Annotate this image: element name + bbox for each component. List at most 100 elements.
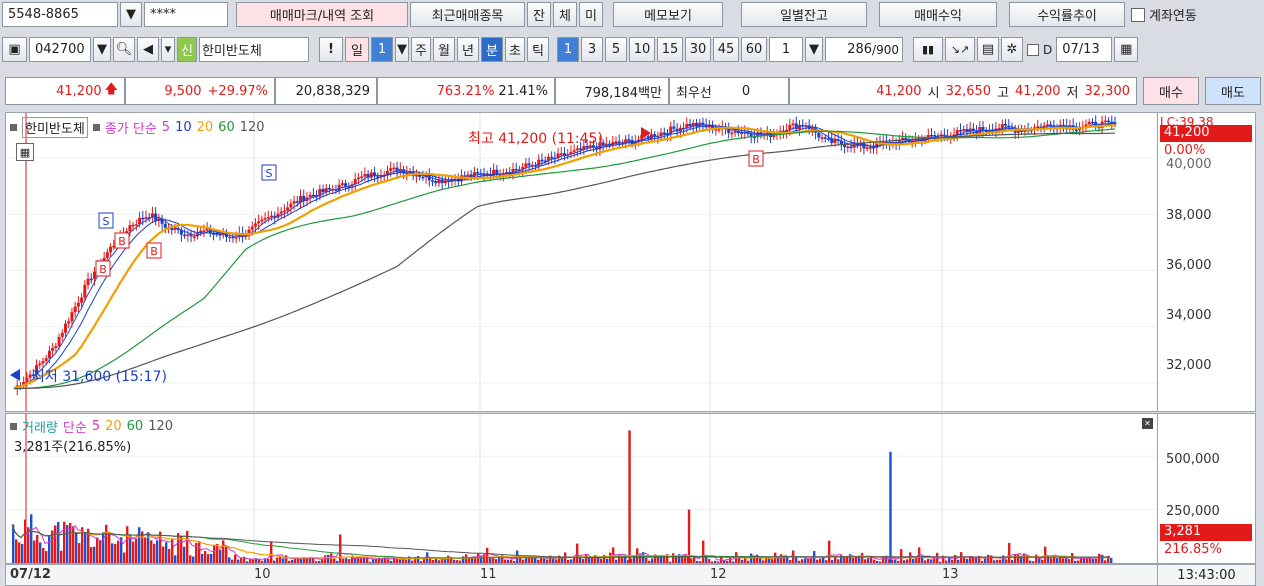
- volume-bar: [495, 559, 498, 563]
- interval-10-button[interactable]: 10: [629, 37, 655, 62]
- volume-bar: [1032, 561, 1035, 563]
- volume-bar: [645, 557, 648, 563]
- period-day-button[interactable]: 일: [345, 37, 369, 62]
- current-price: 41,200 🡅: [5, 77, 125, 105]
- legend-volume-name[interactable]: 거래량: [22, 417, 58, 436]
- candle: [1087, 121, 1091, 125]
- period-second-button[interactable]: 초: [505, 37, 525, 62]
- search-icon[interactable]: 🔍︎: [113, 37, 135, 62]
- date-checkbox[interactable]: [1027, 43, 1039, 56]
- calendar-icon[interactable]: ▦: [1114, 37, 1139, 62]
- legend-ma120: 120: [239, 120, 265, 135]
- candle: [340, 183, 344, 185]
- price-chart[interactable]: SSBBBB 한미반도체 종가 단순 5 10 20 60 120 ▦ 최고 4…: [5, 112, 1158, 412]
- stock-name-field[interactable]: 한미반도체: [199, 37, 309, 62]
- period-tick-button[interactable]: 틱: [527, 37, 549, 62]
- buy-button[interactable]: 매수: [1143, 77, 1199, 105]
- chevron-down-icon[interactable]: ▼: [93, 37, 111, 62]
- interval-60-button[interactable]: 60: [741, 37, 767, 62]
- memo-view-button[interactable]: 메모보기: [613, 2, 723, 27]
- arrow-up-icon: 🡅: [104, 82, 118, 97]
- volume-bar: [339, 534, 342, 563]
- save-icon[interactable]: ▤: [977, 37, 999, 62]
- account-dropdown-button[interactable]: ▼: [120, 2, 142, 27]
- unfilled-button[interactable]: 미: [579, 2, 603, 27]
- sell-button[interactable]: 매도: [1205, 77, 1261, 105]
- volume-chart[interactable]: 거래량 단순 5 20 60 120 3,281주(216.85%) ✕: [5, 413, 1158, 564]
- executed-button[interactable]: 체: [553, 2, 577, 27]
- gear-icon[interactable]: ✲: [1001, 37, 1023, 62]
- legend-series: 종가 단순: [104, 122, 157, 137]
- candle: [70, 312, 74, 322]
- interval-5-button[interactable]: 5: [605, 37, 627, 62]
- period-month-button[interactable]: 월: [433, 37, 455, 62]
- volume-bar: [405, 559, 408, 563]
- candle: [80, 297, 84, 303]
- candle: [228, 236, 232, 239]
- trade-profit-button[interactable]: 매매수익: [879, 2, 997, 27]
- tool-icon[interactable]: ↘↗: [945, 37, 975, 62]
- interval-1-button[interactable]: 1: [557, 37, 579, 62]
- period-week-button[interactable]: 주: [411, 37, 431, 62]
- daily-balance-button[interactable]: 일별잔고: [741, 2, 867, 27]
- legend-vol-ma120: 120: [148, 419, 174, 434]
- legend-vol-ma20: 20: [105, 419, 122, 434]
- volume-bar: [138, 527, 141, 563]
- trade-mark-lookup-button[interactable]: 매매마크/내역 조회: [236, 2, 408, 27]
- candle: [1036, 126, 1040, 129]
- volume-bar: [267, 558, 270, 563]
- period-year-button[interactable]: 년: [457, 37, 479, 62]
- order-icon[interactable]: ▮▮: [913, 37, 943, 62]
- volume-bar: [579, 557, 582, 563]
- candle: [392, 167, 396, 170]
- volume-bar: [762, 560, 765, 563]
- volume-bar: [96, 537, 99, 563]
- volume-bar: [66, 525, 69, 563]
- interval-15-button[interactable]: 15: [657, 37, 683, 62]
- table-icon[interactable]: ▦: [16, 143, 34, 161]
- volume-info: 3,281주(216.85%): [14, 440, 132, 455]
- chevron-down-icon[interactable]: ▾: [161, 37, 175, 62]
- screen-icon[interactable]: ▣: [2, 37, 27, 62]
- candle: [865, 147, 869, 149]
- password-field[interactable]: ****: [144, 2, 228, 27]
- data-count-field[interactable]: 286/900: [825, 37, 903, 62]
- interval-45-button[interactable]: 45: [713, 37, 739, 62]
- chevron-down-icon[interactable]: ▼: [395, 37, 409, 62]
- candle: [405, 172, 409, 175]
- account-link-checkbox[interactable]: [1131, 7, 1145, 22]
- sound-icon[interactable]: ◀: [137, 37, 159, 62]
- volume-bar: [573, 557, 576, 563]
- chevron-down-icon[interactable]: ▼: [805, 37, 823, 62]
- volume-bar: [192, 556, 195, 563]
- account-select[interactable]: 5548-8865: [2, 2, 118, 27]
- stock-code-input[interactable]: 042700: [29, 37, 91, 62]
- multiplier-field[interactable]: 1: [769, 37, 803, 62]
- volume-bar: [897, 560, 900, 563]
- period-minute-button[interactable]: 분: [481, 37, 503, 62]
- date-field[interactable]: 07/13: [1056, 37, 1113, 62]
- recent-trades-button[interactable]: 최근매매종목: [410, 2, 525, 27]
- volume-bar: [135, 538, 138, 563]
- volume-bar: [864, 559, 867, 563]
- volume-bar: [240, 558, 243, 563]
- volume-bar: [999, 559, 1002, 563]
- chart-toolbar: ▣ 042700 ▼ 🔍︎ ◀ ▾ 신 한미반도체 ! 일 1 ▼ 주 월 년 …: [0, 35, 1264, 64]
- account-link-toggle[interactable]: 계좌연동: [1131, 5, 1197, 24]
- balance-button[interactable]: 잔: [527, 2, 551, 27]
- volume-bar: [741, 559, 744, 563]
- y-tick-40000: 40,000: [1166, 157, 1212, 172]
- legend-ma60: 60: [218, 120, 235, 135]
- interval-3-button[interactable]: 3: [581, 37, 603, 62]
- volume-bar: [111, 543, 114, 563]
- legend-stock-name[interactable]: 한미반도체: [22, 117, 88, 138]
- interval-30-button[interactable]: 30: [685, 37, 711, 62]
- volume-bar: [465, 554, 468, 563]
- return-trend-button[interactable]: 수익률추이: [1009, 2, 1125, 27]
- day-count-field[interactable]: 1: [371, 37, 393, 62]
- volume-bar: [186, 530, 189, 563]
- time-label-11: 11: [480, 567, 497, 582]
- volume-bar: [189, 555, 192, 563]
- close-icon[interactable]: ✕: [1142, 418, 1153, 429]
- alert-icon[interactable]: !: [319, 37, 343, 62]
